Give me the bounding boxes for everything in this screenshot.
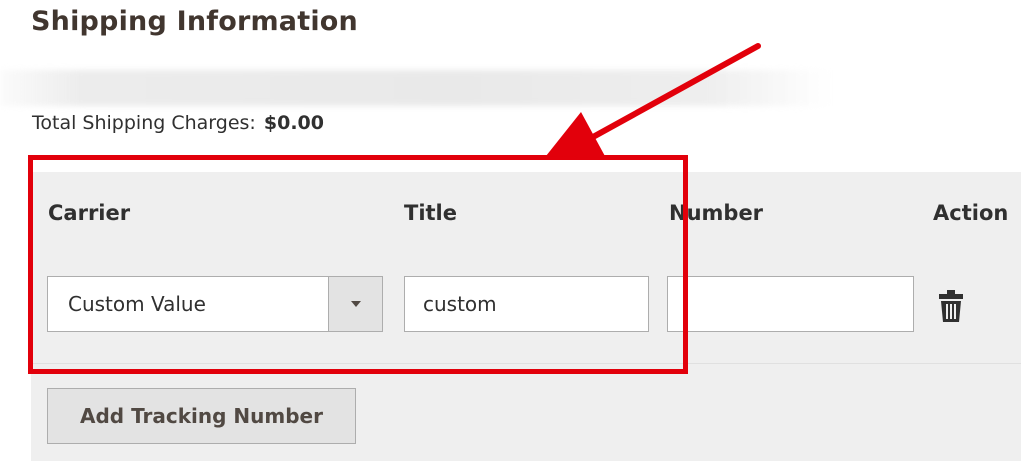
- carrier-select-value: Custom Value: [68, 292, 206, 316]
- column-header-number: Number: [669, 201, 764, 225]
- trash-icon: [939, 290, 963, 322]
- column-header-action: Action: [933, 201, 1009, 225]
- shipping-information-page: Shipping Information Total Shipping Char…: [0, 0, 1021, 461]
- total-shipping-charges: Total Shipping Charges: $0.00: [32, 112, 324, 134]
- carrier-select[interactable]: Custom Value: [47, 276, 383, 332]
- section-title: Shipping Information: [31, 6, 358, 37]
- total-shipping-charges-amount: $0.00: [263, 112, 324, 134]
- column-header-carrier: Carrier: [48, 201, 131, 225]
- blurred-redacted-content: [0, 70, 830, 106]
- row-divider: [31, 363, 1021, 364]
- tracking-table: Carrier Title Number Action Custom Value…: [31, 172, 1021, 461]
- tracking-number-input[interactable]: [667, 276, 914, 332]
- delete-tracking-button[interactable]: [939, 290, 963, 322]
- column-header-title: Title: [404, 201, 458, 225]
- total-shipping-charges-label: Total Shipping Charges:: [32, 112, 256, 134]
- carrier-select-toggle[interactable]: [328, 277, 382, 331]
- chevron-down-icon: [350, 301, 361, 307]
- tracking-title-input[interactable]: [404, 276, 649, 332]
- add-tracking-number-button[interactable]: Add Tracking Number: [47, 388, 356, 444]
